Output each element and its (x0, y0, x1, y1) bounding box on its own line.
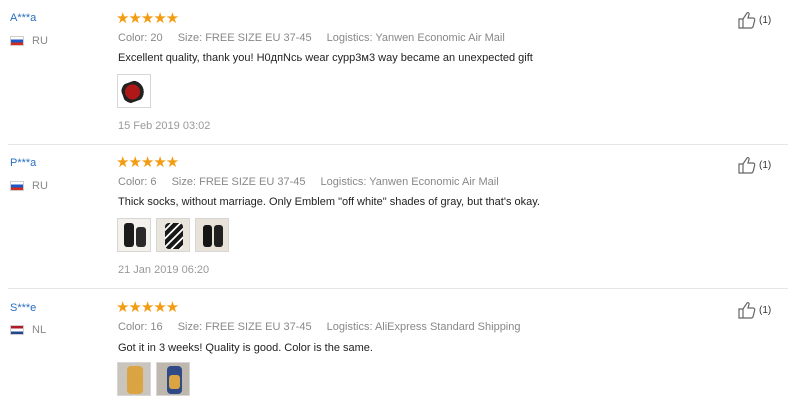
review-date: 21 Jan 2019 06:20 (118, 264, 210, 276)
review-text: Thick socks, without marriage. Only Embl… (118, 196, 540, 208)
review-divider (8, 144, 788, 145)
star-rating: ★★★★★ (116, 10, 179, 27)
review-meta: Color: 20 Size: FREE SIZE EU 37-45 Logis… (118, 32, 517, 44)
color-info: Color: 16 (118, 321, 163, 333)
review-photos (117, 218, 229, 252)
helpful-button[interactable]: (1) (737, 155, 771, 175)
thumbs-up-icon (738, 302, 756, 319)
review-photo-thumbnail[interactable] (156, 218, 190, 252)
color-info: Color: 6 (118, 176, 157, 188)
review-meta: Color: 6 Size: FREE SIZE EU 37-45 Logist… (118, 176, 511, 188)
review-photo-thumbnail[interactable] (117, 74, 151, 108)
review-photo-thumbnail[interactable] (117, 362, 151, 396)
russia-flag-icon (10, 36, 24, 46)
russia-flag-icon (10, 181, 24, 191)
helpful-count: (1) (759, 304, 772, 316)
star-rating: ★★★★★ (116, 154, 179, 171)
helpful-count: (1) (759, 159, 772, 171)
logistics-info: Logistics: Yanwen Economic Air Mail (326, 32, 505, 44)
reviewer-country: RU (32, 35, 48, 47)
reviewer-name[interactable]: S***e (10, 302, 36, 314)
reviewer-country: NL (32, 324, 47, 336)
size-info: Size: FREE SIZE EU 37-45 (171, 176, 306, 188)
reviewer-country: RU (32, 180, 48, 192)
star-rating: ★★★★★ (116, 299, 179, 316)
helpful-button[interactable]: (1) (737, 300, 771, 320)
size-info: Size: FREE SIZE EU 37-45 (177, 321, 312, 333)
review-photo-thumbnail[interactable] (195, 218, 229, 252)
logistics-info: Logistics: Yanwen Economic Air Mail (320, 176, 499, 188)
review-photos (117, 74, 151, 108)
review-text: Got it in 3 weeks! Quality is good. Colo… (118, 342, 373, 354)
size-info: Size: FREE SIZE EU 37-45 (177, 32, 312, 44)
netherlands-flag-icon (10, 325, 24, 335)
review-meta: Color: 16 Size: FREE SIZE EU 37-45 Logis… (118, 321, 533, 333)
color-info: Color: 20 (118, 32, 163, 44)
helpful-count: (1) (759, 14, 772, 26)
review-date: 15 Feb 2019 03:02 (118, 120, 211, 132)
review-divider (8, 288, 788, 289)
thumbs-up-icon (738, 12, 756, 29)
helpful-button[interactable]: (1) (737, 10, 771, 30)
review-photo-thumbnail[interactable] (156, 362, 190, 396)
thumbs-up-icon (738, 157, 756, 174)
review-photo-thumbnail[interactable] (117, 218, 151, 252)
review-photos (117, 362, 190, 396)
review-text: Excellent quality, thank you! H0дпNсь we… (118, 52, 533, 64)
reviewer-name[interactable]: P***a (10, 157, 36, 169)
logistics-info: Logistics: AliExpress Standard Shipping (326, 321, 521, 333)
reviewer-name[interactable]: A***a (10, 12, 36, 24)
